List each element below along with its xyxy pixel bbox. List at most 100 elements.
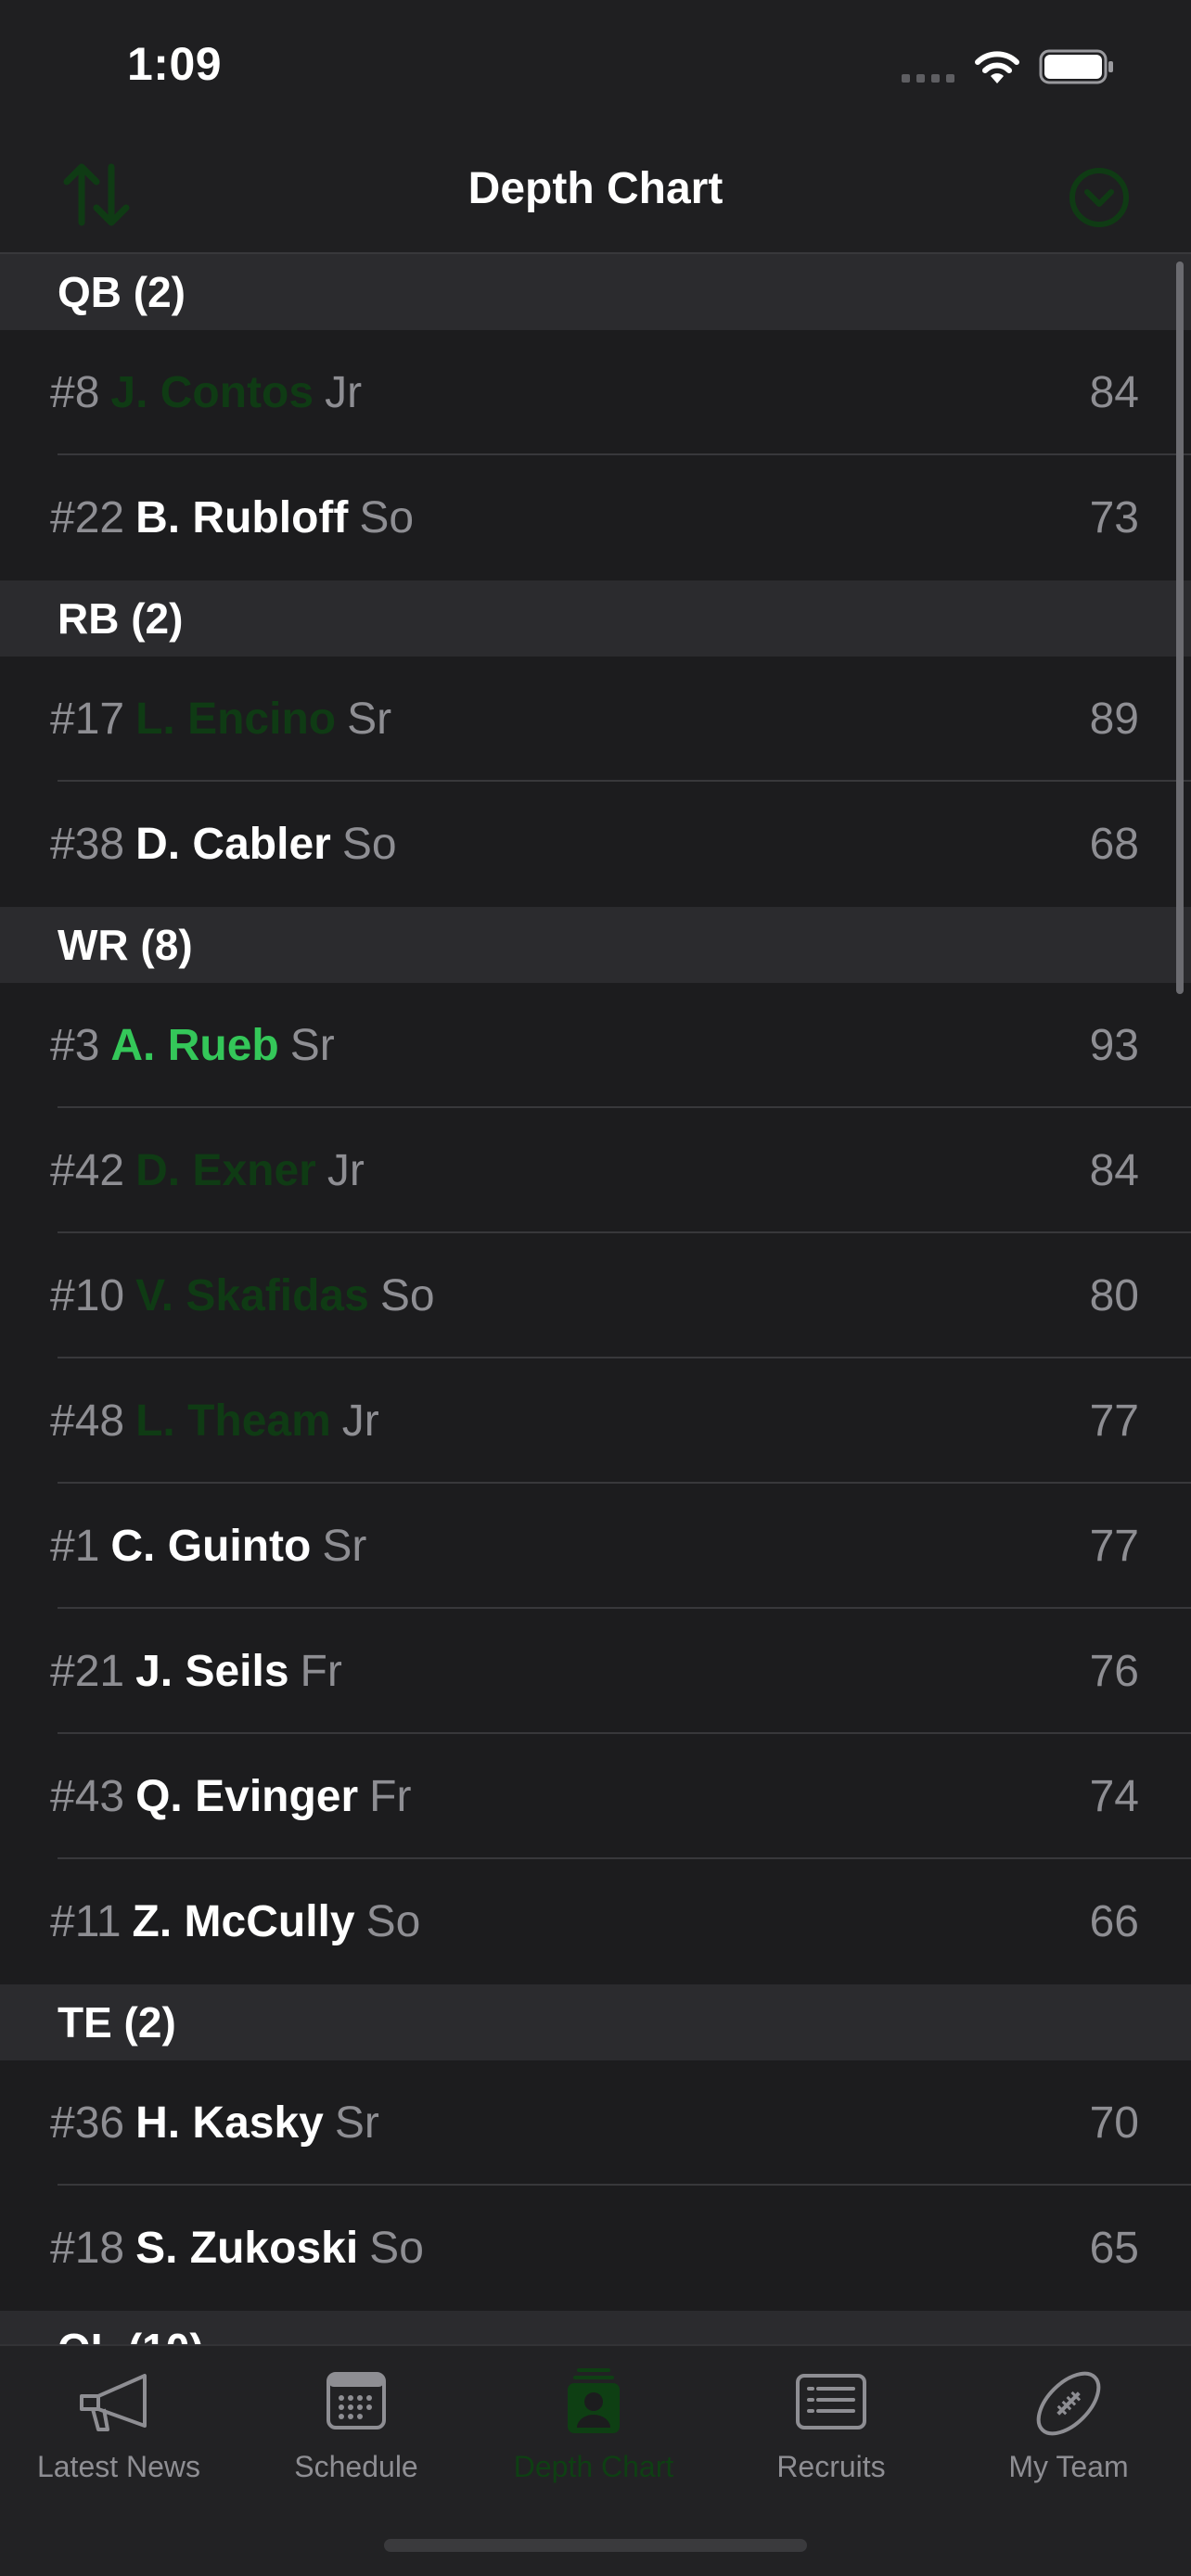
player-name: Z. McCully — [132, 1897, 355, 1946]
player-row[interactable]: #18 S. Zukoski So 65 — [0, 2186, 1191, 2311]
player-row[interactable]: #22 B. Rubloff So 73 — [0, 455, 1191, 580]
player-name: L. Encino — [135, 695, 337, 744]
player-number: #17 — [50, 695, 125, 744]
player-number: #36 — [50, 2098, 125, 2148]
player-row[interactable]: #48 L. Theam Jr 77 — [0, 1358, 1191, 1484]
scroll-indicator[interactable] — [1176, 261, 1184, 994]
player-name: B. Rubloff — [135, 493, 349, 542]
player-row[interactable]: #1 C. Guinto Sr 77 — [0, 1484, 1191, 1609]
tab-my-team[interactable]: My Team — [950, 2366, 1187, 2484]
player-number: #43 — [50, 1772, 125, 1821]
screen: 1:09 Depth Chart QB (2) #8 J. Contos Jr … — [0, 0, 1191, 2576]
player-number: #48 — [50, 1396, 125, 1446]
player-row[interactable]: #8 J. Contos Jr 84 — [0, 330, 1191, 455]
tab-recruits[interactable]: Recruits — [712, 2366, 950, 2484]
player-number: #21 — [50, 1647, 125, 1696]
status-time: 1:09 — [127, 38, 223, 90]
player-year: Jr — [327, 1146, 365, 1195]
list-icon — [796, 2374, 866, 2429]
player-year: Sr — [334, 2098, 379, 2148]
player-year: Jr — [325, 368, 363, 417]
status-bar: 1:09 — [0, 0, 1191, 130]
player-name: V. Skafidas — [135, 1271, 369, 1320]
player-name: J. Seils — [135, 1647, 289, 1696]
tab-schedule[interactable]: Schedule — [237, 2366, 475, 2484]
player-year: Sr — [322, 1522, 367, 1571]
player-row[interactable]: #17 L. Encino Sr 89 — [0, 657, 1191, 782]
player-row[interactable]: #11 Z. McCully So 66 — [0, 1859, 1191, 1984]
player-year: So — [359, 493, 415, 542]
player-row[interactable]: #38 D. Cabler So 68 — [0, 782, 1191, 907]
player-name: L. Theam — [135, 1396, 331, 1446]
player-name: S. Zukoski — [135, 2224, 359, 2273]
section-header-qb: QB (2) — [0, 254, 1191, 330]
player-rating: 77 — [1089, 1396, 1139, 1446]
player-row[interactable]: #3 A. Rueb Sr 93 — [0, 983, 1191, 1108]
player-row[interactable]: #21 J. Seils Fr 76 — [0, 1609, 1191, 1734]
player-row[interactable]: #10 V. Skafidas So 80 — [0, 1233, 1191, 1358]
player-number: #38 — [50, 820, 125, 869]
section-header-wr: WR (8) — [0, 907, 1191, 983]
player-row[interactable]: #43 Q. Evinger Fr 74 — [0, 1734, 1191, 1859]
football-icon — [1036, 2371, 1101, 2436]
player-name: D. Exner — [135, 1146, 316, 1195]
player-rating: 84 — [1089, 368, 1139, 417]
player-rating: 66 — [1089, 1897, 1139, 1946]
player-year: So — [341, 820, 397, 869]
player-number: #42 — [50, 1146, 125, 1195]
page-title: Depth Chart — [467, 164, 724, 213]
player-year: Sr — [289, 1021, 335, 1070]
tab-depth-chart[interactable]: Depth Chart — [475, 2366, 712, 2484]
player-row[interactable]: #42 D. Exner Jr 84 — [0, 1108, 1191, 1233]
player-year: So — [369, 2224, 424, 2273]
wifi-icon — [975, 51, 1019, 83]
megaphone-icon — [80, 2374, 147, 2431]
player-row[interactable]: #36 H. Kasky Sr 70 — [0, 2060, 1191, 2186]
player-number: #11 — [50, 1897, 122, 1946]
player-rating: 68 — [1089, 820, 1139, 869]
cellular-signal-icon — [902, 74, 954, 83]
player-number: #3 — [50, 1021, 100, 1070]
battery-icon — [1039, 49, 1113, 84]
tab-label: Schedule — [294, 2450, 418, 2483]
tab-label: Recruits — [776, 2450, 886, 2483]
player-number: #18 — [50, 2224, 125, 2273]
player-number: #10 — [50, 1271, 125, 1320]
navigation-bar: Depth Chart — [0, 130, 1191, 254]
chevron-circle-down-icon[interactable] — [1067, 165, 1132, 230]
player-year: Fr — [300, 1647, 342, 1696]
player-rating: 73 — [1089, 493, 1139, 542]
player-name: D. Cabler — [135, 820, 331, 869]
tab-label: Latest News — [36, 2450, 201, 2483]
section-header-te: TE (2) — [0, 1984, 1191, 2060]
player-rating: 74 — [1089, 1772, 1139, 1821]
player-rating: 70 — [1089, 2098, 1139, 2148]
player-rating: 84 — [1089, 1146, 1139, 1195]
player-rating: 80 — [1089, 1271, 1139, 1320]
player-year: So — [365, 1897, 421, 1946]
player-name: H. Kasky — [135, 2098, 324, 2148]
tab-label: Depth Chart — [513, 2450, 674, 2483]
player-year: Jr — [341, 1396, 379, 1446]
tab-label: My Team — [1008, 2450, 1129, 2483]
player-number: #8 — [50, 368, 100, 417]
player-number: #22 — [50, 493, 125, 542]
player-rating: 89 — [1089, 695, 1139, 744]
calendar-icon — [327, 2372, 386, 2429]
player-year: Fr — [369, 1772, 412, 1821]
depth-chart-list[interactable]: QB (2) #8 J. Contos Jr 84 #22 B. Rubloff… — [0, 254, 1191, 2344]
player-rating: 77 — [1089, 1522, 1139, 1571]
player-rating: 93 — [1089, 1021, 1139, 1070]
player-name: C. Guinto — [110, 1522, 312, 1571]
section-header-ol: OL (10) — [0, 2311, 1191, 2344]
player-name: A. Rueb — [110, 1021, 279, 1070]
tab-latest-news[interactable]: Latest News — [0, 2366, 237, 2484]
player-rating: 76 — [1089, 1647, 1139, 1696]
home-indicator[interactable] — [384, 2539, 807, 2552]
player-rating: 65 — [1089, 2224, 1139, 2273]
player-year: Sr — [347, 695, 392, 744]
player-year: So — [379, 1271, 435, 1320]
section-header-rb: RB (2) — [0, 580, 1191, 657]
player-number: #1 — [50, 1522, 100, 1571]
player-name: Q. Evinger — [135, 1772, 359, 1821]
